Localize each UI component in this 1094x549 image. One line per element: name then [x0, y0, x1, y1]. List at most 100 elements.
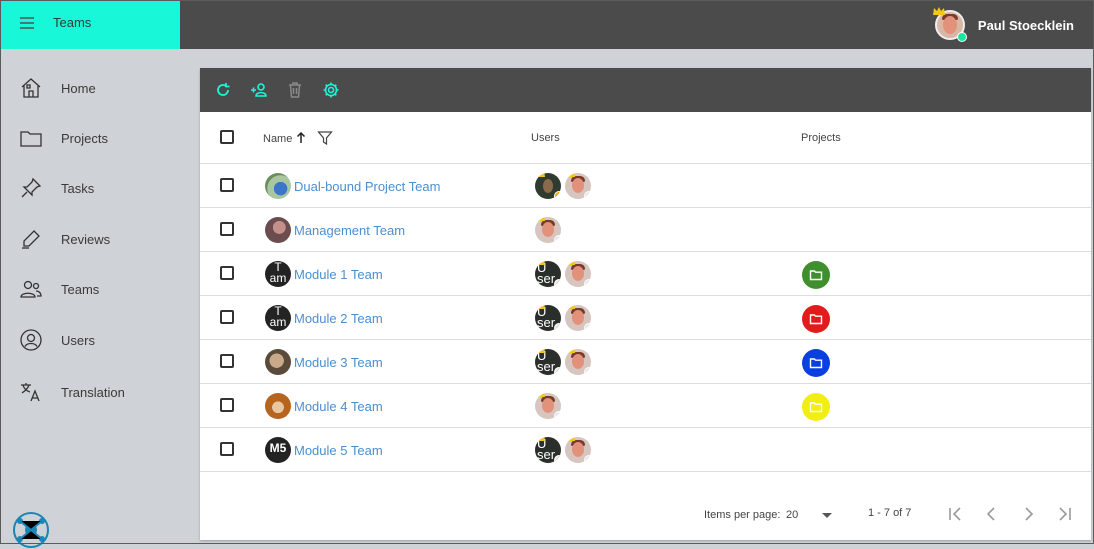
team-name-link[interactable]: Module 3 Team [294, 355, 383, 370]
settings-icon[interactable] [321, 80, 341, 100]
table-toolbar [200, 68, 1091, 112]
team-avatar [265, 393, 291, 419]
team-name-link[interactable]: Management Team [294, 223, 405, 238]
project-badge[interactable] [802, 393, 830, 421]
owner-crown-icon [535, 349, 545, 353]
sidebar-item-teams[interactable]: Teams [0, 269, 180, 309]
folder-icon [809, 314, 823, 325]
table-row[interactable]: Management Team [200, 208, 1091, 252]
page-title: Teams [53, 15, 92, 30]
table-row[interactable]: Module 3 Team U ser [200, 340, 1091, 384]
broken-avatar-text: U ser [537, 261, 556, 286]
last-page-icon[interactable] [1054, 504, 1074, 524]
project-badge[interactable] [802, 349, 830, 377]
user-avatar[interactable] [565, 437, 591, 463]
team-name-link[interactable]: Dual-bound Project Team [294, 179, 440, 194]
sidebar-item-projects[interactable]: Projects [0, 118, 180, 158]
user-name: Paul Stoecklein [977, 17, 1074, 33]
delete-icon[interactable] [285, 80, 305, 100]
user-avatar[interactable]: U ser [535, 437, 561, 463]
owner-crown-icon [535, 305, 545, 309]
page-size-value: 20 [786, 509, 799, 521]
home-icon [21, 78, 41, 98]
sidebar-item-reviews[interactable]: Reviews [0, 219, 180, 259]
row-checkbox[interactable] [220, 398, 234, 412]
sidebar-item-tasks[interactable]: Tasks [0, 168, 180, 208]
table-header: Name Users Projects [200, 112, 1091, 164]
user-status-icon [584, 455, 591, 463]
sort-ascending-icon[interactable] [296, 132, 306, 144]
team-name-link[interactable]: Module 5 Team [294, 443, 383, 458]
team-avatar-text: T am [269, 261, 287, 285]
row-checkbox[interactable] [220, 178, 234, 192]
page-size-select[interactable]: 20 [786, 504, 834, 526]
table-row[interactable]: Dual-bound Project Team [200, 164, 1091, 208]
pin-icon [21, 177, 42, 198]
owner-crown-icon [535, 173, 545, 177]
broken-avatar-text: U ser [537, 305, 556, 330]
owner-crown-icon [535, 217, 545, 221]
sidebar-item-users[interactable]: Users [0, 320, 180, 360]
chevron-down-icon [822, 513, 832, 518]
user-avatar[interactable] [565, 349, 591, 375]
user-status-icon [554, 455, 561, 463]
column-header-name[interactable]: Name [263, 133, 292, 145]
user-avatar[interactable]: U ser [535, 349, 561, 375]
team-avatar: T am [265, 261, 291, 287]
user-status-icon [554, 323, 561, 331]
team-avatar: M5 [265, 437, 291, 463]
user-avatar[interactable]: U ser [535, 261, 561, 287]
owner-crown-icon [565, 173, 575, 177]
team-avatar-text: T am [269, 305, 287, 329]
app-logo-icon [13, 512, 49, 548]
user-status-icon [554, 279, 561, 287]
broken-avatar-text: U ser [537, 437, 556, 462]
user-status-icon [554, 235, 561, 243]
add-user-icon[interactable] [249, 80, 269, 100]
user-status-icon [554, 191, 561, 199]
refresh-icon[interactable] [213, 80, 233, 100]
sidebar-item-home[interactable]: Home [0, 68, 180, 108]
table-row[interactable]: Module 4 Team [200, 384, 1091, 428]
hamburger-menu-icon[interactable] [20, 17, 34, 30]
sidebar-item-label: Tasks [61, 180, 95, 196]
user-circle-icon [20, 329, 42, 351]
filter-icon[interactable] [317, 130, 333, 146]
owner-crown-icon [535, 261, 545, 265]
table-row[interactable]: T am Module 1 Team U ser [200, 252, 1091, 296]
team-avatar: T am [265, 305, 291, 331]
team-name-link[interactable]: Module 2 Team [294, 311, 383, 326]
user-avatar[interactable] [565, 173, 591, 199]
team-name-link[interactable]: Module 1 Team [294, 267, 383, 282]
previous-page-icon[interactable] [982, 504, 1002, 524]
table-row[interactable]: M5 Module 5 Team U ser [200, 428, 1091, 472]
user-avatar[interactable] [535, 173, 561, 199]
sidebar-item-label: Teams [61, 281, 100, 297]
row-checkbox[interactable] [220, 354, 234, 368]
project-badge[interactable] [802, 261, 830, 289]
owner-crown-icon [535, 393, 545, 397]
user-avatar[interactable]: U ser [535, 305, 561, 331]
user-avatar[interactable] [565, 305, 591, 331]
folder-icon [809, 402, 823, 413]
team-name-link[interactable]: Module 4 Team [294, 399, 383, 414]
user-avatar[interactable] [535, 217, 561, 243]
table-row[interactable]: T am Module 2 Team U ser [200, 296, 1091, 340]
row-checkbox[interactable] [220, 442, 234, 456]
first-page-icon[interactable] [946, 504, 966, 524]
user-avatar[interactable] [535, 393, 561, 419]
sidebar-item-translation[interactable]: Translation [0, 372, 180, 412]
row-checkbox[interactable] [220, 266, 234, 280]
project-badge[interactable] [802, 305, 830, 333]
next-page-icon[interactable] [1018, 504, 1038, 524]
owner-crown-icon [535, 437, 545, 441]
user-avatar[interactable] [565, 261, 591, 287]
row-checkbox[interactable] [220, 310, 234, 324]
select-all-checkbox[interactable] [220, 130, 234, 144]
user-menu[interactable]: Paul Stoecklein [932, 7, 1074, 42]
owner-crown-icon [565, 437, 575, 441]
row-checkbox[interactable] [220, 222, 234, 236]
user-status-icon [584, 279, 591, 287]
column-header-users: Users [531, 132, 560, 144]
team-avatar [265, 217, 291, 243]
